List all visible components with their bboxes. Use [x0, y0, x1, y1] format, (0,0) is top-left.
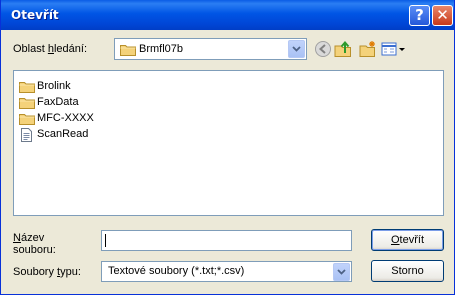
list-item-label: MFC-XXXX: [37, 112, 94, 124]
filetype-dropdown[interactable]: Textové soubory (*.txt;*.csv): [101, 261, 352, 282]
chevron-down-icon: [337, 269, 346, 275]
filetype-value: Textové soubory (*.txt;*.csv): [108, 265, 245, 277]
lookin-dropdown-arrow[interactable]: [288, 40, 305, 58]
filename-input[interactable]: [101, 230, 352, 251]
up-folder-icon[interactable]: [334, 40, 352, 58]
dialog-title: Otevřít: [11, 8, 59, 22]
folder-icon: [120, 45, 136, 56]
list-item-label: Brolink: [37, 80, 71, 92]
folder-icon: [19, 98, 35, 109]
text-file-icon: [21, 128, 32, 142]
filetype-dropdown-arrow[interactable]: [333, 263, 350, 281]
lookin-dropdown[interactable]: Brmfl07b: [114, 38, 307, 60]
folder-icon: [19, 82, 35, 93]
filename-label: Název souboru:: [13, 232, 56, 256]
help-button[interactable]: ?: [409, 5, 430, 26]
text-caret: [105, 234, 106, 247]
chevron-down-icon: [292, 46, 301, 52]
open-button[interactable]: Otevřít: [371, 229, 444, 251]
list-item-label: FaxData: [37, 96, 79, 108]
help-icon: ?: [415, 6, 424, 24]
view-menu-icon[interactable]: [381, 40, 407, 58]
folder-icon: [19, 114, 35, 125]
close-button[interactable]: ✕: [432, 5, 453, 26]
lookin-value: Brmfl07b: [139, 43, 184, 55]
back-icon[interactable]: [314, 40, 332, 58]
list-item-label: ScanRead: [37, 128, 89, 140]
lookin-label: Oblast hledání:: [13, 43, 88, 55]
filetype-label: Soubory typu:: [13, 266, 81, 278]
file-list[interactable]: Brolink FaxData MFC-XXXX ScanRead: [13, 70, 444, 216]
close-icon: ✕: [436, 6, 449, 24]
title-bar[interactable]: Otevřít ? ✕: [1, 0, 454, 30]
cancel-button[interactable]: Storno: [371, 260, 444, 282]
open-dialog: Otevřít ? ✕ Oblast hledání: Brmfl07b Bro…: [0, 0, 455, 295]
new-folder-icon[interactable]: [359, 40, 377, 58]
